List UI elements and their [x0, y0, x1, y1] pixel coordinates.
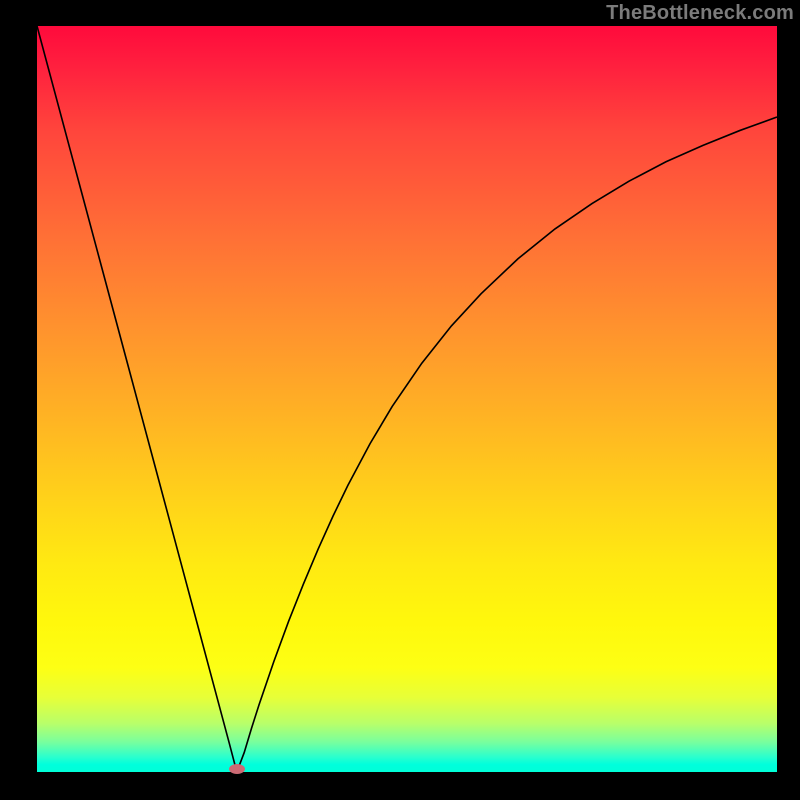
watermark: TheBottleneck.com	[606, 2, 794, 25]
curve-svg	[37, 26, 777, 772]
plot-area	[37, 26, 777, 772]
curve-path	[37, 26, 777, 772]
minimum-marker	[229, 764, 245, 774]
chart-container: TheBottleneck.com	[0, 0, 800, 800]
